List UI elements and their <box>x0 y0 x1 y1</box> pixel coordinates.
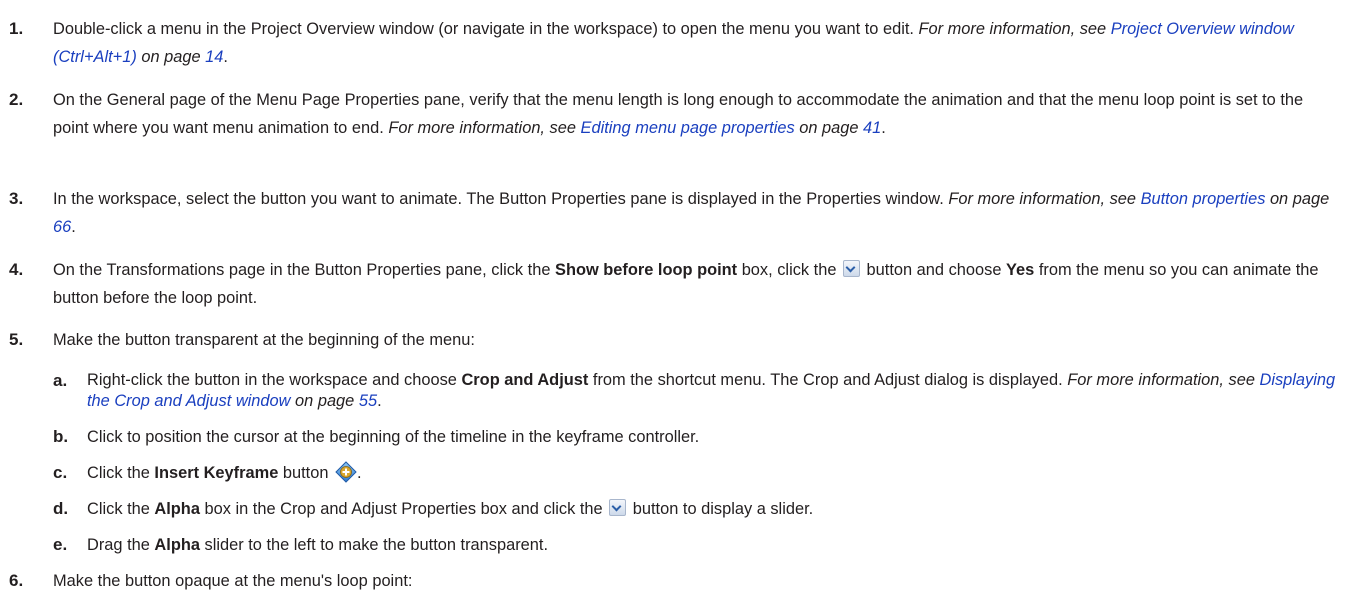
link-editing-menu-page-properties[interactable]: Editing menu page properties <box>581 119 795 137</box>
page-link-66[interactable]: 66 <box>53 218 71 236</box>
substep-text: Click to position the cursor at the begi… <box>87 428 700 446</box>
step-number: 2. <box>9 90 24 109</box>
substep-letter: c. <box>53 463 68 482</box>
page-link-41[interactable]: 41 <box>863 119 881 137</box>
substep-text: Drag the Alpha slider to the left to mak… <box>87 536 548 554</box>
step-text: On the Transformations page in the Butto… <box>53 260 1319 307</box>
dropdown-arrow-icon <box>843 260 860 277</box>
step-text: Make the button transparent at the begin… <box>53 331 475 349</box>
substep-text: Right-click the button in the workspace … <box>87 371 1336 410</box>
link-button-properties[interactable]: Button properties <box>1141 190 1266 208</box>
step-text: Double-click a menu in the Project Overv… <box>53 20 1294 66</box>
substep-text: Click the Alpha box in the Crop and Adju… <box>87 499 814 518</box>
step-number: 6. <box>9 571 24 590</box>
document-page: 1. Double-click a menu in the Project Ov… <box>0 0 1357 603</box>
substep-letter: e. <box>53 535 68 554</box>
step-number: 5. <box>9 330 24 349</box>
dropdown-arrow-icon <box>609 499 627 516</box>
page-link-55[interactable]: 55 <box>359 392 377 410</box>
page-link-14[interactable]: 14 <box>205 48 223 66</box>
substep-letter: b. <box>53 427 69 446</box>
step-number: 4. <box>9 260 24 279</box>
substep-letter: a. <box>53 371 68 390</box>
substep-letter: d. <box>53 499 69 518</box>
step-number: 3. <box>9 189 24 208</box>
substep-text: Click the Insert Keyframe button . <box>87 459 1337 487</box>
step-number: 1. <box>9 19 24 38</box>
step-text: On the General page of the Menu Page Pro… <box>53 91 1304 137</box>
step-text: In the workspace, select the button you … <box>53 190 1330 236</box>
insert-keyframe-icon <box>335 461 357 483</box>
step-text: Make the button opaque at the menu's loo… <box>53 572 413 590</box>
